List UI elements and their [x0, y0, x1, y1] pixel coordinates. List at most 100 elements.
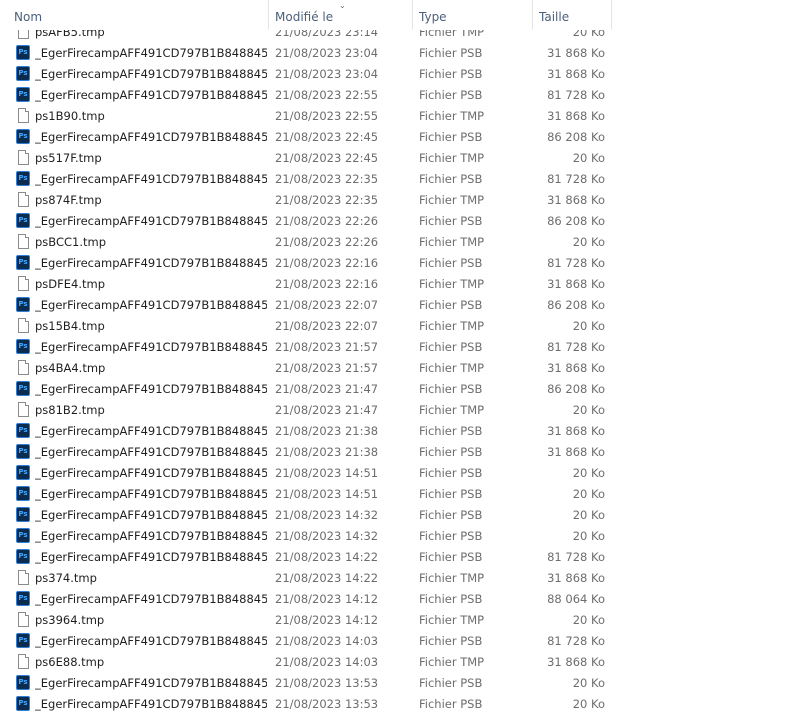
file-row[interactable]: ps374.tmp 21/08/2023 14:22 Fichier TMP 31 8… [0, 567, 612, 588]
sort-descending-icon: ⌄ [339, 1, 346, 10]
file-row[interactable]: Ps _EgerFirecampAFF491CD797B1B8488459E...… [0, 63, 612, 84]
file-name: _EgerFirecampAFF491CD797B1B8488459E... [35, 298, 267, 312]
photoshop-file-icon: Ps [16, 381, 30, 396]
file-row[interactable]: Ps _EgerFirecampAFF491CD797B1B8488459E...… [0, 42, 612, 63]
column-header-type[interactable]: Type [413, 0, 533, 30]
file-type: Fichier PSB [419, 340, 483, 354]
file-type: Fichier PSB [419, 592, 483, 606]
file-modified-date: 21/08/2023 23:04 [275, 46, 379, 60]
file-type: Fichier PSB [419, 256, 483, 270]
file-name: ps3964.tmp [35, 613, 105, 627]
column-header-name[interactable]: Nom [0, 0, 269, 30]
file-row[interactable]: Ps _EgerFirecampAFF491CD797B1B8488459E...… [0, 441, 612, 462]
file-modified-date: 21/08/2023 22:55 [275, 109, 379, 123]
file-type: Fichier PSB [419, 172, 483, 186]
file-row[interactable]: ps6E88.tmp 21/08/2023 14:03 Fichier TMP 31 … [0, 651, 612, 672]
file-name: _EgerFirecampAFF491CD797B1B8488459E... [35, 445, 267, 459]
file-row[interactable]: Ps _EgerFirecampAFF491CD797B1B8488459E...… [0, 693, 612, 714]
file-size: 86 208 Ko [547, 382, 605, 396]
file-modified-date: 21/08/2023 22:16 [275, 256, 379, 270]
file-size: 20 Ko [572, 151, 605, 165]
file-row[interactable]: Ps _EgerFirecampAFF491CD797B1B8488459E...… [0, 504, 612, 525]
photoshop-file-icon: Ps [16, 297, 30, 312]
file-size: 20 Ko [572, 529, 605, 543]
photoshop-file-icon: Ps [16, 129, 30, 144]
file-row[interactable]: psDFE4.tmp 21/08/2023 22:16 Fichier TMP 31 … [0, 273, 612, 294]
file-modified-date: 21/08/2023 14:22 [275, 571, 379, 585]
file-modified-date: 21/08/2023 13:53 [275, 697, 379, 711]
file-row[interactable]: Ps _EgerFirecampAFF491CD797B1B8488459E...… [0, 336, 612, 357]
blank-file-icon [18, 654, 29, 669]
file-row[interactable]: Ps _EgerFirecampAFF491CD797B1B8488459E...… [0, 126, 612, 147]
file-size: 31 868 Ko [547, 571, 605, 585]
file-size: 81 728 Ko [547, 340, 605, 354]
file-modified-date: 21/08/2023 14:22 [275, 550, 379, 564]
file-size: 31 868 Ko [547, 46, 605, 60]
file-row[interactable]: Ps _EgerFirecampAFF491CD797B1B8488459E...… [0, 672, 612, 693]
file-type: Fichier TMP [419, 109, 485, 123]
blank-file-icon [18, 150, 29, 165]
file-name: ps4BA4.tmp [35, 361, 106, 375]
file-name: _EgerFirecampAFF491CD797B1B8488459E... [35, 424, 267, 438]
file-row[interactable]: Ps _EgerFirecampAFF491CD797B1B8488459E...… [0, 420, 612, 441]
file-type: Fichier TMP [419, 235, 485, 249]
file-size: 81 728 Ko [547, 634, 605, 648]
file-row[interactable]: ps15B4.tmp 21/08/2023 22:07 Fichier TMP 20 … [0, 315, 612, 336]
file-row[interactable]: Ps _EgerFirecampAFF491CD797B1B8488459E...… [0, 525, 612, 546]
photoshop-file-icon: Ps [16, 45, 30, 60]
file-modified-date: 21/08/2023 14:51 [275, 487, 379, 501]
file-name: ps1B90.tmp [35, 109, 105, 123]
file-size: 31 868 Ko [547, 109, 605, 123]
file-name: ps81B2.tmp [35, 403, 105, 417]
file-row[interactable]: Ps _EgerFirecampAFF491CD797B1B8488459E...… [0, 84, 612, 105]
file-row[interactable]: Ps _EgerFirecampAFF491CD797B1B8488459E...… [0, 210, 612, 231]
file-row[interactable]: Ps _EgerFirecampAFF491CD797B1B8488459E...… [0, 294, 612, 315]
file-size: 20 Ko [572, 676, 605, 690]
file-modified-date: 21/08/2023 22:07 [275, 319, 379, 333]
file-row[interactable]: Ps _EgerFirecampAFF491CD797B1B8488459E...… [0, 378, 612, 399]
file-type: Fichier PSB [419, 424, 483, 438]
photoshop-file-icon: Ps [16, 255, 30, 270]
file-row[interactable]: ps81B2.tmp 21/08/2023 21:47 Fichier TMP 20 … [0, 399, 612, 420]
file-size: 20 Ko [572, 466, 605, 480]
photoshop-file-icon: Ps [16, 423, 30, 438]
file-type: Fichier PSB [419, 67, 483, 81]
file-row[interactable]: Ps _EgerFirecampAFF491CD797B1B8488459E...… [0, 483, 612, 504]
file-modified-date: 21/08/2023 14:51 [275, 466, 379, 480]
photoshop-file-icon: Ps [16, 675, 30, 690]
file-type: Fichier PSB [419, 529, 483, 543]
column-header-bar: Nom Modifié le ⌄ Type Taille [0, 0, 612, 30]
file-row[interactable]: ps1B90.tmp 21/08/2023 22:55 Fichier TMP 31 … [0, 105, 612, 126]
file-row[interactable]: Ps _EgerFirecampAFF491CD797B1B8488459E...… [0, 546, 612, 567]
file-size: 31 868 Ko [547, 445, 605, 459]
file-size: 31 868 Ko [547, 655, 605, 669]
blank-file-icon [18, 234, 29, 249]
file-row[interactable]: ps4BA4.tmp 21/08/2023 21:57 Fichier TMP 31 … [0, 357, 612, 378]
file-name: _EgerFirecampAFF491CD797B1B8488459E... [35, 550, 267, 564]
file-row[interactable]: Ps _EgerFirecampAFF491CD797B1B8488459E...… [0, 168, 612, 189]
file-row[interactable]: Ps _EgerFirecampAFF491CD797B1B8488459E...… [0, 588, 612, 609]
file-name: _EgerFirecampAFF491CD797B1B8488459E... [35, 67, 267, 81]
file-row[interactable]: psBCC1.tmp 21/08/2023 22:26 Fichier TMP 20 … [0, 231, 612, 252]
file-name: _EgerFirecampAFF491CD797B1B8488459E... [35, 466, 267, 480]
file-modified-date: 21/08/2023 14:03 [275, 634, 379, 648]
file-modified-date: 21/08/2023 14:12 [275, 613, 379, 627]
photoshop-file-icon: Ps [16, 549, 30, 564]
file-size: 31 868 Ko [547, 67, 605, 81]
file-modified-date: 21/08/2023 21:57 [275, 361, 379, 375]
file-size: 31 868 Ko [547, 193, 605, 207]
file-row[interactable]: Ps _EgerFirecampAFF491CD797B1B8488459E...… [0, 630, 612, 651]
file-name: _EgerFirecampAFF491CD797B1B8488459E... [35, 256, 267, 270]
blank-file-icon [18, 570, 29, 585]
photoshop-file-icon: Ps [16, 87, 30, 102]
file-row[interactable]: Ps _EgerFirecampAFF491CD797B1B8488459E...… [0, 462, 612, 483]
file-row[interactable]: ps874F.tmp 21/08/2023 22:35 Fichier TMP 31 … [0, 189, 612, 210]
file-name: _EgerFirecampAFF491CD797B1B8488459E... [35, 634, 267, 648]
column-header-size[interactable]: Taille [533, 0, 612, 30]
blank-file-icon [18, 402, 29, 417]
photoshop-file-icon: Ps [16, 171, 30, 186]
file-row[interactable]: Ps _EgerFirecampAFF491CD797B1B8488459E...… [0, 252, 612, 273]
file-size: 81 728 Ko [547, 172, 605, 186]
file-row[interactable]: ps517F.tmp 21/08/2023 22:45 Fichier TMP 20 … [0, 147, 612, 168]
file-row[interactable]: ps3964.tmp 21/08/2023 14:12 Fichier TMP 20 … [0, 609, 612, 630]
